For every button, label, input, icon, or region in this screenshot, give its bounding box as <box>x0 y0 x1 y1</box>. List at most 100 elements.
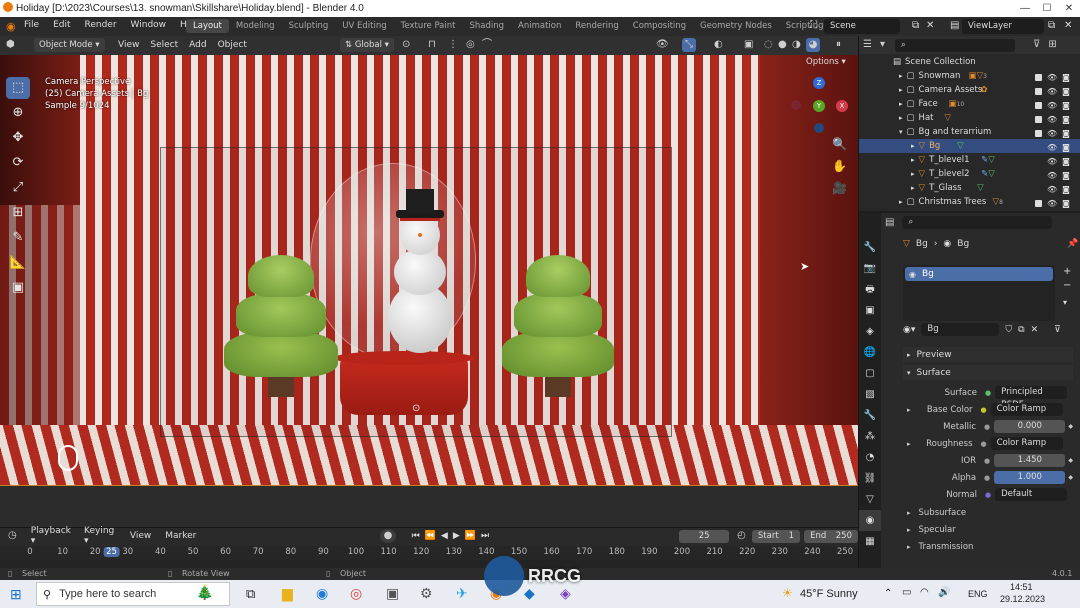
scale-tool-icon[interactable]: ⤢ <box>6 177 30 199</box>
annotate-tool-icon[interactable]: ✎ <box>6 227 30 249</box>
windows-start-icon[interactable]: ⊞ <box>10 586 22 603</box>
rotate-tool-icon[interactable]: ⟳ <box>6 152 30 174</box>
tab-geometry-nodes[interactable]: Geometry Nodes <box>693 19 779 33</box>
outliner-display-icon[interactable]: ▾ <box>880 38 885 52</box>
falloff-icon[interactable]: ⌒ <box>482 38 492 52</box>
expand-arrow-icon[interactable]: ▸ <box>899 72 903 80</box>
camera-render-icon[interactable]: ◙ <box>1062 101 1070 110</box>
object-tab-icon[interactable]: ▧ <box>859 384 881 405</box>
tab-uv-editing[interactable]: UV Editing <box>335 19 393 33</box>
eye-icon[interactable]: 👁 <box>1047 115 1057 124</box>
constraints-tab-icon[interactable]: ⛓ <box>859 468 881 489</box>
outliner-row-scene-collection[interactable]: ▤ Scene Collection <box>859 55 1080 69</box>
collapse-arrow-icon[interactable]: ▾ <box>899 128 903 136</box>
gizmo-neg-x[interactable] <box>791 100 801 110</box>
timeline-editor-icon[interactable]: ◷ <box>8 529 17 543</box>
metallic-field[interactable]: 0.000 <box>994 420 1066 433</box>
particles-tab-icon[interactable]: ⁂ <box>859 426 881 447</box>
eye-icon[interactable]: 👁 <box>1047 171 1057 180</box>
checkbox-icon[interactable] <box>1035 101 1042 109</box>
camera-render-icon[interactable]: ◙ <box>1062 171 1070 180</box>
section-transmission[interactable]: ▸ Transmission <box>903 538 1073 555</box>
editor-type-icon[interactable]: ⬢ <box>6 38 15 52</box>
outliner-search-input[interactable]: ⌕ <box>895 38 1015 52</box>
eye-icon[interactable]: 👁 <box>1047 143 1057 152</box>
keyframe-dot-icon[interactable]: ◆ <box>1068 457 1073 464</box>
properties-editor-icon[interactable]: ▤ <box>885 216 894 230</box>
jump-keyframe-back-icon[interactable]: ⏪ <box>425 531 436 541</box>
ior-field[interactable]: 1.450 <box>994 454 1066 467</box>
checkbox-icon[interactable] <box>1035 129 1042 137</box>
checkbox-icon[interactable] <box>1035 199 1042 207</box>
menu-object[interactable]: Object <box>218 40 247 50</box>
proportional-edit-icon[interactable]: ◎ <box>466 38 475 52</box>
new-collection-icon[interactable]: ⊞ <box>1048 38 1056 52</box>
material-slot-item[interactable]: ◉ Bg <box>905 267 1053 281</box>
tab-shading[interactable]: Shading <box>462 19 511 33</box>
move-tool-icon[interactable]: ✥ <box>6 127 30 149</box>
file-explorer-icon[interactable]: ▆ <box>282 585 293 602</box>
orientation-selector[interactable]: ⇅ Global ▾ <box>340 38 394 52</box>
frame-ruler[interactable]: 0 10 20 25 30 40 50 60 70 80 90 100 110 120 130 140 150 1… <box>0 546 858 560</box>
jump-keyframe-forward-icon[interactable]: ⏩ <box>465 531 476 541</box>
solid-shading-icon[interactable]: ● <box>778 38 787 52</box>
current-frame-field[interactable]: 25 <box>679 529 730 543</box>
snap-target-icon[interactable]: ⋮ <box>448 38 458 52</box>
wifi-icon[interactable]: ◠ <box>920 587 929 598</box>
mode-selector[interactable]: Object Mode ▾ <box>34 38 105 52</box>
keyframe-dot-icon[interactable]: ◆ <box>1068 423 1073 430</box>
camera-render-icon[interactable]: ◙ <box>1062 157 1070 166</box>
material-browse-icon[interactable]: ◉▾ <box>903 325 915 335</box>
play-icon[interactable]: ▶ <box>453 531 460 541</box>
record-icon[interactable]: ● <box>380 529 396 543</box>
render-tab-icon[interactable]: 📷 <box>859 258 881 279</box>
link-mode-icon[interactable]: ⊽ <box>1054 325 1061 335</box>
pause-render-icon[interactable]: ⏸ <box>836 38 841 52</box>
volume-icon[interactable]: 🔊 <box>938 587 950 598</box>
outliner-editor-icon[interactable]: ☰ <box>863 38 872 52</box>
select-box-tool-icon[interactable]: ⬚ <box>6 77 30 99</box>
camera-render-icon[interactable]: ◙ <box>1062 73 1070 82</box>
material-slot-list[interactable]: ◉ Bg <box>903 265 1055 321</box>
settings-icon[interactable]: ⚙ <box>420 585 433 602</box>
edge-icon[interactable]: ◉ <box>316 585 328 602</box>
close-button[interactable]: ✕ <box>1058 0 1080 17</box>
expand-arrow-icon[interactable]: ▸ <box>911 156 915 164</box>
clock-time[interactable]: 14:51 <box>1010 582 1033 592</box>
snap-icon[interactable]: ⊓ <box>428 38 436 52</box>
eye-icon[interactable]: 👁 <box>1047 87 1057 96</box>
checkbox-icon[interactable] <box>1035 115 1042 123</box>
checkbox-icon[interactable] <box>1035 73 1042 81</box>
options-button[interactable]: Options ▾ <box>806 57 846 67</box>
camera-render-icon[interactable]: ◙ <box>1062 143 1070 152</box>
timeline-track[interactable] <box>0 560 858 568</box>
camera-render-icon[interactable]: ◙ <box>1062 87 1070 96</box>
pin-icon[interactable]: 📌 <box>1067 239 1078 249</box>
gizmo-neg-z[interactable] <box>814 123 824 133</box>
material-shading-icon[interactable]: ◑ <box>792 38 801 52</box>
menu-window[interactable]: Window <box>131 20 167 30</box>
cursor-tool-icon[interactable]: ⊕ <box>6 102 30 124</box>
network-icon[interactable]: ▭ <box>902 587 911 598</box>
surface-panel-header[interactable]: ▾ Surface <box>903 365 1073 380</box>
texture-tab-icon[interactable]: ▦ <box>859 531 881 552</box>
unlink-material-icon[interactable]: ✕ <box>1031 325 1039 335</box>
eye-icon[interactable]: 👁 <box>1047 101 1057 110</box>
expand-arrow-icon[interactable]: ▸ <box>911 142 915 150</box>
language-indicator[interactable]: ENG <box>968 589 988 599</box>
eye-icon[interactable]: 👁 <box>1047 185 1057 194</box>
eye-icon[interactable]: 👁 <box>1047 199 1057 208</box>
xray-icon[interactable]: ▣ <box>744 38 753 52</box>
transform-tool-icon[interactable]: ⊞ <box>6 202 30 224</box>
expand-arrow-icon[interactable]: ▸ <box>899 198 903 206</box>
slot-menu-icon[interactable]: ▾ <box>1063 298 1067 307</box>
expand-arrow-icon[interactable]: ▸ <box>899 86 903 94</box>
data-tab-icon[interactable]: ▽ <box>859 489 881 510</box>
remove-slot-icon[interactable]: − <box>1063 280 1071 291</box>
camera-render-icon[interactable]: ◙ <box>1062 115 1070 124</box>
gizmo-x-axis[interactable]: X <box>836 100 848 112</box>
delete-view-layer-icon[interactable]: ✕ <box>1064 20 1072 31</box>
gizmo-y-axis[interactable]: Y <box>813 100 825 112</box>
tab-rendering[interactable]: Rendering <box>568 19 625 33</box>
delete-scene-icon[interactable]: ✕ <box>926 20 934 31</box>
